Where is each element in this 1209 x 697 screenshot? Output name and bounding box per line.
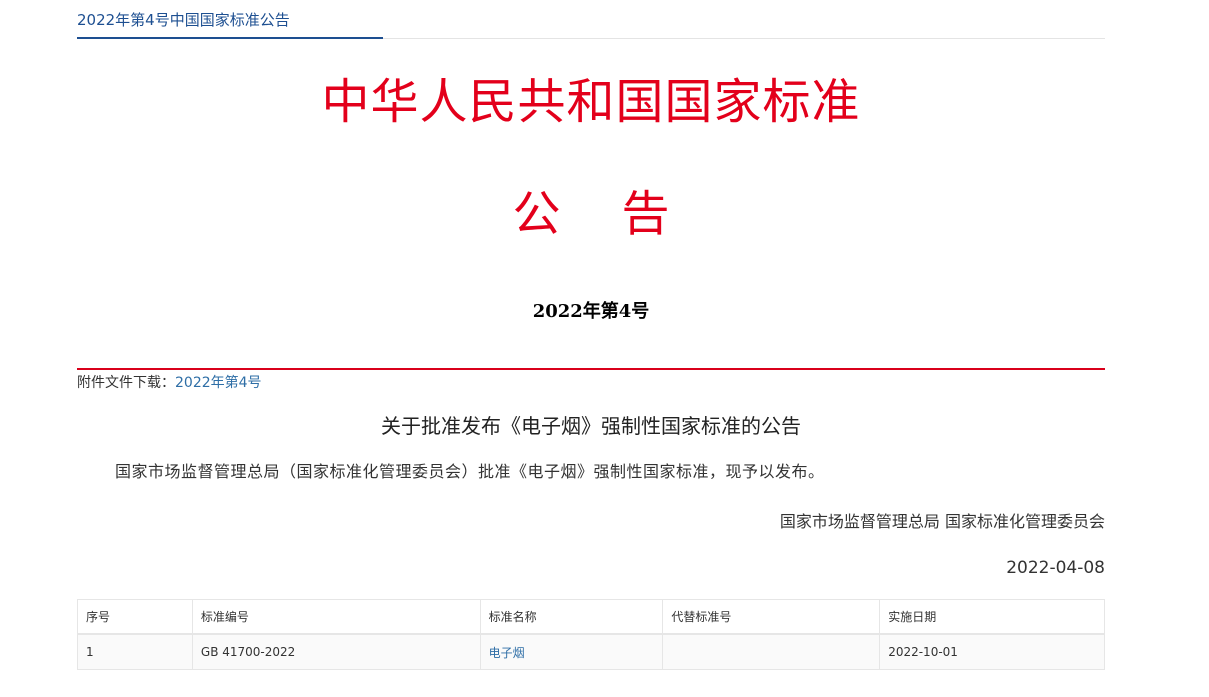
notice-body: 国家市场监督管理总局（国家标准化管理委员会）批准《电子烟》强制性国家标准，现予以… (115, 462, 825, 481)
cell-code: GB 41700-2022 (191, 633, 481, 670)
cell-seq: 1 (77, 633, 193, 670)
notice-signature: 国家市场监督管理总局 国家标准化管理委员会 (779, 512, 1105, 531)
breadcrumb-underline (77, 37, 383, 39)
header-name: 标准名称 (479, 599, 664, 635)
header-replaced: 代替标准号 (662, 599, 881, 635)
standard-name-link[interactable]: 电子烟 (489, 646, 525, 660)
cell-effective: 2022-10-01 (879, 633, 1105, 670)
attachment-row: 附件文件下载：2022年第4号 (77, 372, 262, 392)
cell-name: 电子烟 (479, 633, 664, 670)
standards-table: 序号 标准编号 标准名称 代替标准号 实施日期 1 GB 41700-2022 … (77, 599, 1105, 670)
header-seq: 序号 (77, 599, 193, 635)
table-row: 1 GB 41700-2022 电子烟 2022-10-01 (77, 633, 1105, 670)
standard-title: 中华人民共和国国家标准 (321, 74, 861, 130)
notice-word: 公 告 (512, 186, 670, 242)
breadcrumb-title: 2022年第4号中国国家标准公告 (77, 11, 290, 29)
cell-replaced (662, 633, 881, 670)
breadcrumb-bar: 2022年第4号中国国家标准公告 (77, 0, 1105, 39)
table-header-row: 序号 标准编号 标准名称 代替标准号 实施日期 (77, 599, 1105, 635)
header-effective: 实施日期 (879, 599, 1105, 635)
notice-page: 2022年第4号中国国家标准公告 中华人民共和国国家标准 公 告 2022年第4… (77, 0, 1105, 697)
header-code: 标准编号 (191, 599, 481, 635)
issue-number: 2022年第4号 (532, 301, 650, 322)
notice-heading: 关于批准发布《电子烟》强制性国家标准的公告 (381, 414, 801, 438)
red-divider (77, 368, 1105, 370)
notice-date: 2022-04-08 (1006, 558, 1105, 578)
attachment-label: 附件文件下载： (77, 375, 175, 391)
attachment-link[interactable]: 2022年第4号 (175, 375, 262, 391)
